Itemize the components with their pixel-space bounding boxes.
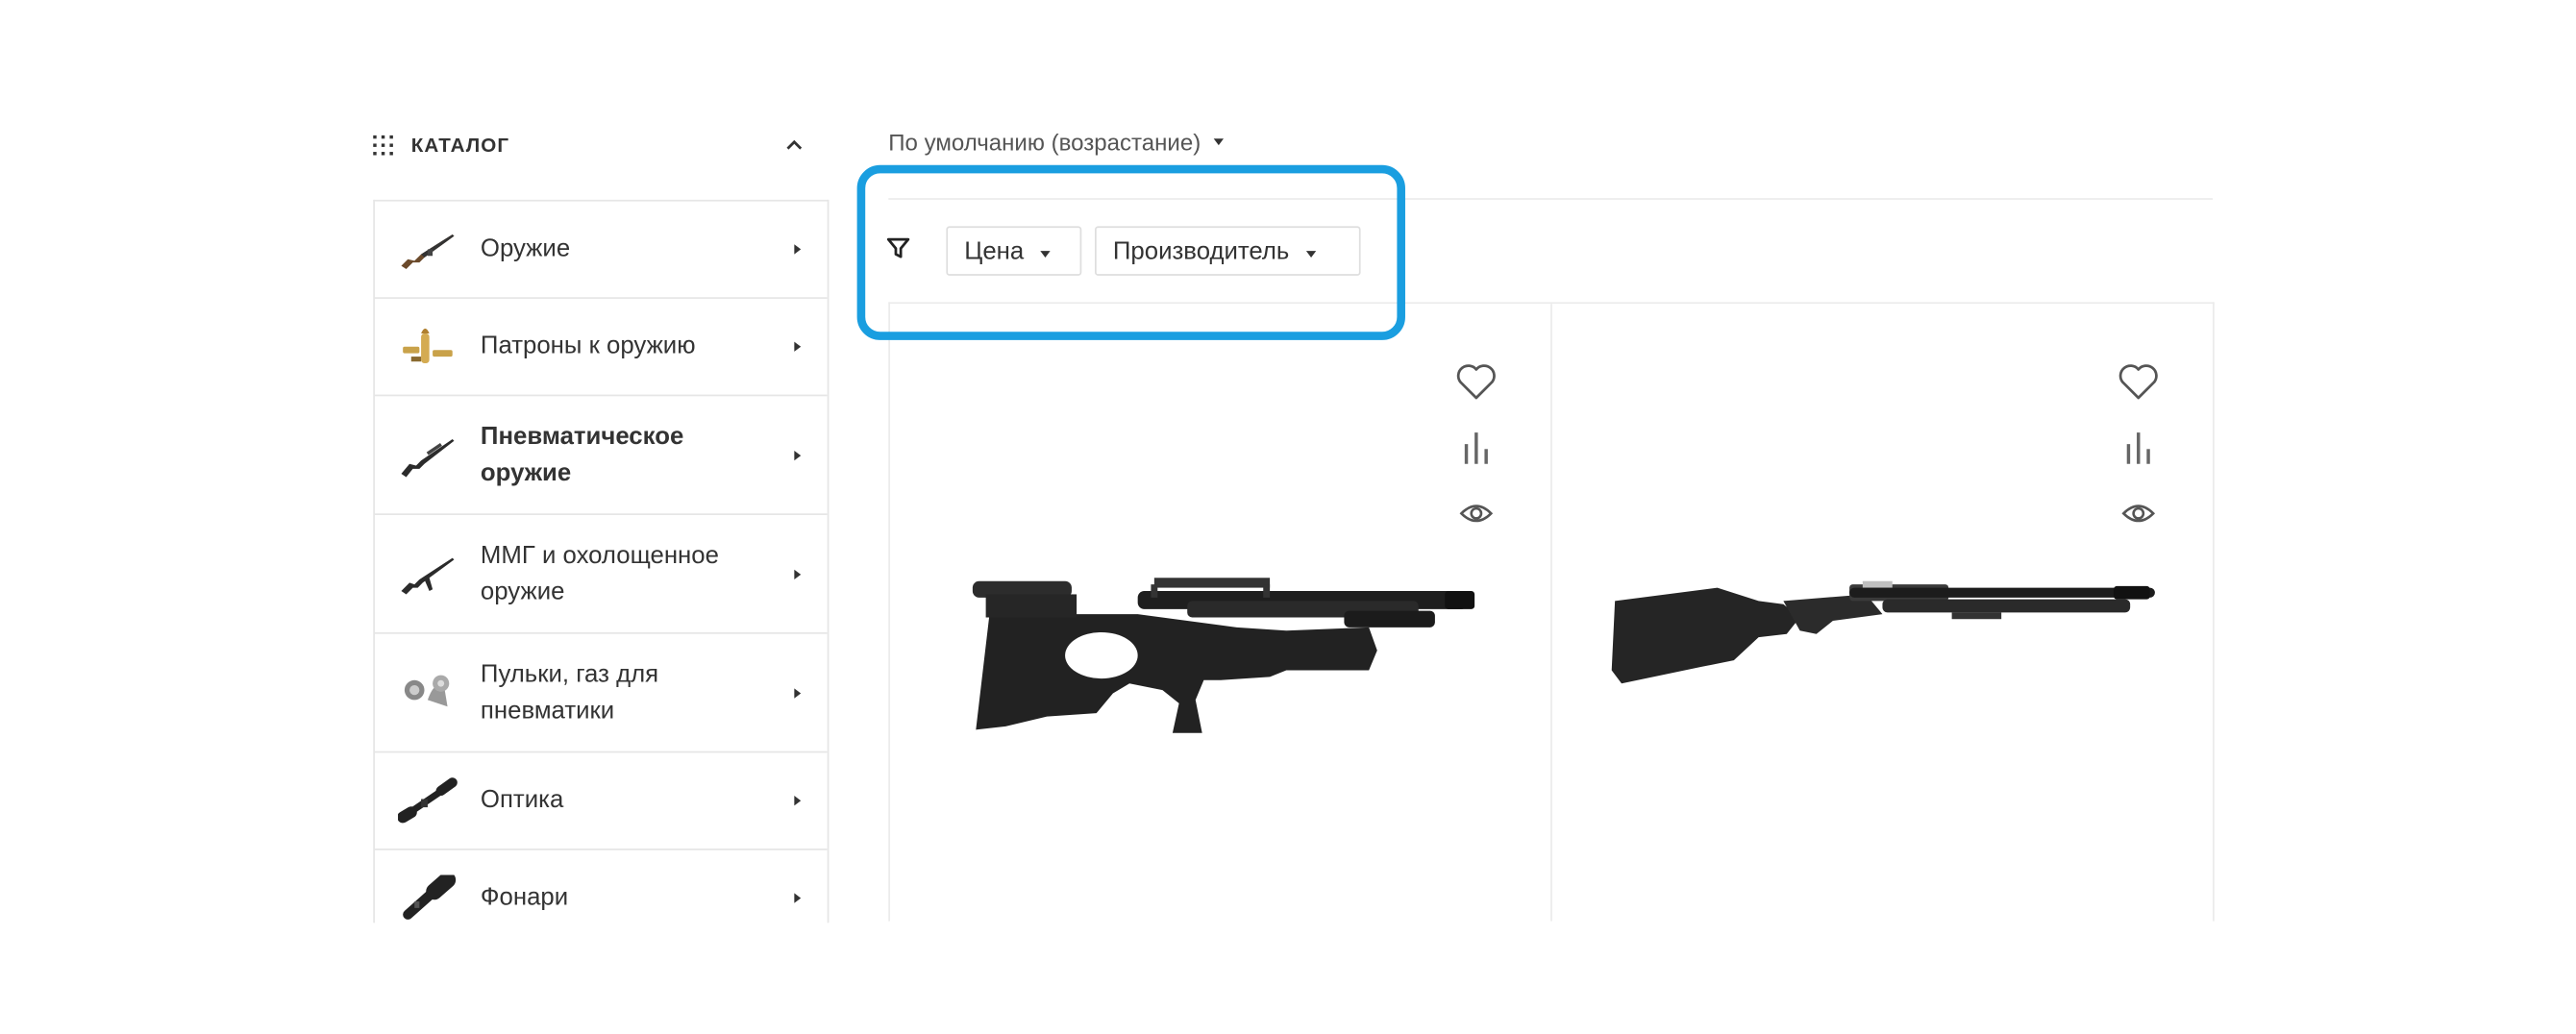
menu-item-label: Пневматическое оружие xyxy=(480,421,684,486)
eye-icon[interactable] xyxy=(2117,492,2160,535)
compare-icon[interactable] xyxy=(1455,426,1499,469)
menu-item-ammo[interactable]: Патроны к оружию xyxy=(374,299,828,397)
sort-label: По умолчанию (возрастание) xyxy=(888,129,1201,156)
caret-right-icon xyxy=(794,568,802,579)
caret-down-icon xyxy=(1305,250,1316,258)
menu-item-label: Оптика xyxy=(480,785,564,814)
caret-right-icon xyxy=(794,244,802,255)
sort-dropdown[interactable]: По умолчанию (возрастание) xyxy=(888,126,1225,159)
menu-item-air-guns[interactable]: Пневматическое оружие xyxy=(374,396,828,516)
rifle-thumbnail-icon xyxy=(401,234,455,270)
menu-item-mmg[interactable]: ММГ и охолощенное оружие xyxy=(374,515,828,634)
chevron-up-icon[interactable] xyxy=(782,134,805,157)
pcp-air-rifle-image xyxy=(1611,580,2155,684)
heart-icon[interactable] xyxy=(1455,360,1499,404)
menu-item-weapons[interactable]: Оружие xyxy=(374,202,828,299)
caret-down-icon xyxy=(1213,138,1225,146)
menu-item-label: Пульки, газ для пневматики xyxy=(480,659,659,725)
caret-down-icon xyxy=(1040,250,1051,258)
eye-icon[interactable] xyxy=(1455,492,1499,535)
pellets-thumbnail-icon xyxy=(404,674,450,706)
product-card[interactable] xyxy=(890,304,1550,922)
product-card[interactable] xyxy=(1550,304,2213,922)
grid-icon xyxy=(373,135,393,156)
heart-icon[interactable] xyxy=(2117,360,2160,404)
menu-item-label: Патроны к оружию xyxy=(480,332,696,360)
product-actions xyxy=(2117,360,2160,558)
caret-right-icon xyxy=(794,450,802,460)
assault-rifle-thumbnail-icon xyxy=(401,556,455,594)
menu-item-optics[interactable]: Оптика xyxy=(374,752,828,850)
cartridges-thumbnail-icon xyxy=(403,328,453,363)
manufacturer-filter-label: Производитель xyxy=(1112,236,1290,265)
product-grid xyxy=(888,302,2215,922)
flashlight-thumbnail-icon xyxy=(403,874,457,920)
menu-item-pellets[interactable]: Пульки, газ для пневматики xyxy=(374,634,828,753)
page: КАТАЛОГ Оружие Патроны к оружию Пневмати… xyxy=(0,0,2576,1033)
product-actions xyxy=(1455,360,1499,558)
catalog-title: КАТАЛОГ xyxy=(410,134,510,158)
divider xyxy=(888,198,2214,200)
catalog-header[interactable]: КАТАЛОГ xyxy=(373,126,812,165)
price-filter-label: Цена xyxy=(964,236,1025,265)
catalog-menu: Оружие Патроны к оружию Пневматическое о… xyxy=(373,199,830,923)
manufacturer-filter-button[interactable]: Производитель xyxy=(1095,226,1361,276)
compare-icon[interactable] xyxy=(2117,426,2160,469)
menu-item-label: ММГ и охолощенное оружие xyxy=(480,540,719,605)
scope-thumbnail-icon xyxy=(398,777,458,824)
menu-item-label: Оружие xyxy=(480,234,571,263)
air-rifle-thumbnail-icon xyxy=(401,438,455,477)
price-filter-button[interactable]: Цена xyxy=(946,226,1082,276)
caret-right-icon xyxy=(794,341,802,352)
caret-right-icon xyxy=(794,796,802,806)
bullpup-air-rifle-image xyxy=(972,578,1475,733)
filter-icon[interactable] xyxy=(886,236,910,259)
caret-right-icon xyxy=(794,687,802,698)
menu-item-label: Фонари xyxy=(480,883,569,912)
caret-right-icon xyxy=(794,893,802,903)
menu-item-flashlights[interactable]: Фонари xyxy=(375,850,828,923)
